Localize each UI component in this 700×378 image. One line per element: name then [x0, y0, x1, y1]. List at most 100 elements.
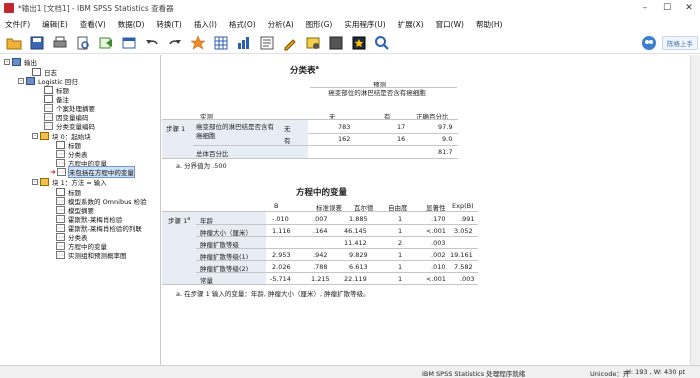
- goto-data-icon[interactable]: [189, 34, 207, 52]
- table-icon: [56, 197, 65, 205]
- value-sig: .010: [431, 263, 446, 271]
- divider: [196, 248, 478, 249]
- output-content[interactable]: 分类表a 预测 癌变部位的淋巴结是否含有癌细胞 实测 无 有 正确百分比 步骤 …: [162, 55, 690, 365]
- cell-yes-yes: 16: [397, 135, 406, 143]
- value-se: .942: [313, 251, 328, 259]
- menu-view[interactable]: 查看(V): [80, 19, 106, 30]
- col-b: B: [274, 202, 279, 210]
- menu-format[interactable]: 格式(O): [229, 19, 256, 30]
- menu-analyze[interactable]: 分析(A): [268, 19, 294, 30]
- value-wald: 1.885: [349, 215, 368, 223]
- menu-window[interactable]: 窗口(W): [436, 19, 464, 30]
- step-label: 步骤 1a: [168, 215, 191, 225]
- value-expb: 19.161: [450, 251, 473, 259]
- menu-data[interactable]: 数据(D): [118, 19, 145, 30]
- block-icon: [40, 132, 49, 140]
- table-icon: [44, 104, 53, 112]
- value-sig: .002: [431, 251, 446, 259]
- save-icon[interactable]: [28, 34, 46, 52]
- divider: [162, 158, 458, 159]
- divider: [310, 87, 457, 88]
- goto-case-icon[interactable]: [212, 34, 230, 52]
- recall-dialog-icon[interactable]: [120, 34, 138, 52]
- menu-transform[interactable]: 转换(T): [156, 19, 181, 30]
- tree-node[interactable]: 实测组和预测概率图: [56, 250, 127, 260]
- cloud-icon[interactable]: [640, 34, 658, 52]
- row-no-label: 无: [284, 125, 291, 133]
- window-title: *输出1 [文档1] - IBM SPSS Statistics 查看器: [18, 3, 174, 13]
- book-icon: [26, 77, 35, 85]
- table-icon: [56, 206, 65, 214]
- cell-yes-no: 162: [338, 135, 351, 143]
- menu-extensions[interactable]: 扩展(X): [398, 19, 424, 30]
- value-wald: 6.613: [349, 263, 368, 271]
- goto-variable-icon[interactable]: [235, 34, 253, 52]
- minimize-button[interactable]: –: [634, 0, 656, 16]
- value-b: 2.026: [272, 263, 291, 271]
- toolbar: 陈格上手: [0, 32, 700, 54]
- block-icon: [40, 178, 49, 186]
- open-folder-icon[interactable]: [5, 34, 23, 52]
- title-bar: *输出1 [文档1] - IBM SPSS Statistics 查看器 – ☐…: [0, 0, 700, 16]
- vertical-scrollbar[interactable]: [690, 55, 700, 365]
- value-se: .788: [313, 263, 328, 271]
- close-button[interactable]: ✕: [678, 0, 700, 16]
- value-se: .164: [313, 227, 328, 235]
- menu-utilities[interactable]: 实用程序(U): [344, 19, 385, 30]
- divider: [308, 133, 458, 134]
- menu-insert[interactable]: 插入(I): [194, 19, 217, 30]
- tree-node[interactable]: 分类变量编码: [44, 121, 95, 131]
- print-icon[interactable]: [51, 34, 69, 52]
- collapse-toggle-icon[interactable]: -: [32, 133, 38, 139]
- assistant-chip[interactable]: 陈格上手: [662, 36, 698, 50]
- cell-no-yes: 17: [397, 123, 406, 131]
- divider: [196, 224, 478, 225]
- insert-title-icon[interactable]: [281, 34, 299, 52]
- value-df: 1: [398, 263, 403, 271]
- redo-icon[interactable]: [166, 34, 184, 52]
- menu-graphs[interactable]: 图形(G): [306, 19, 333, 30]
- search-icon[interactable]: [373, 34, 391, 52]
- undo-icon[interactable]: [143, 34, 161, 52]
- table-icon: [56, 242, 65, 250]
- step-label: 步骤 1: [166, 125, 186, 133]
- menu-edit[interactable]: 编辑(E): [42, 19, 68, 30]
- collapse-toggle-icon[interactable]: -: [4, 59, 10, 65]
- value-expb: 7.582: [454, 263, 473, 271]
- divider: [196, 236, 478, 237]
- size-status: H: 193 , W: 430 pt: [626, 368, 686, 376]
- menu-help[interactable]: 帮助(H): [476, 19, 503, 30]
- collapse-toggle-icon[interactable]: -: [18, 78, 24, 84]
- value-b: -.010: [272, 215, 289, 223]
- export-icon[interactable]: [97, 34, 115, 52]
- spss-app-icon: [4, 3, 14, 13]
- classification-table-title: 分类表a: [290, 65, 319, 76]
- menu-bar: 文件(F) 编辑(E) 查看(V) 数据(D) 转换(T) 插入(I) 格式(O…: [0, 16, 700, 32]
- tree-node-selected[interactable]: ➜ 未包括在方程中的变量: [50, 166, 135, 178]
- row-variable: 癌变部位的淋巴结是否含有癌细胞: [196, 123, 274, 140]
- table-icon: [56, 215, 65, 223]
- collapse-toggle-icon[interactable]: -: [32, 179, 38, 185]
- outline-tree: - 输出 日志 - Logistic 回归 标题 备注 个案处理摘要 因变量编码…: [0, 55, 161, 365]
- cell-no-no: 783: [338, 123, 351, 131]
- value-sig: .170: [431, 215, 446, 223]
- menu-file[interactable]: 文件(F): [5, 19, 30, 30]
- insert-text-icon[interactable]: [304, 34, 322, 52]
- value-wald: 22.119: [344, 275, 367, 283]
- cell-yes-pct: 9.0: [442, 135, 453, 143]
- hide-icon[interactable]: [327, 34, 345, 52]
- cell-no-pct: 97.9: [438, 123, 453, 131]
- print-preview-icon[interactable]: [74, 34, 92, 52]
- toolbar-right: 陈格上手: [635, 35, 698, 51]
- variables-table-title: 方程中的变量: [296, 188, 348, 198]
- designate-window-icon[interactable]: [350, 34, 368, 52]
- value-expb: 3.052: [454, 227, 473, 235]
- tree-node[interactable]: - 输出: [4, 57, 37, 67]
- variables-footnote: a. 在步骤 1 输入的变量：年龄, 肿瘤大小（厘米）, 肿瘤扩散等级。: [176, 290, 370, 298]
- maximize-button[interactable]: ☐: [656, 0, 678, 16]
- value-df: 2: [398, 239, 403, 247]
- insert-heading-icon[interactable]: [258, 34, 276, 52]
- row-yes-label: 有: [284, 137, 291, 145]
- classification-footnote: a. 分界值为 .500: [176, 162, 227, 170]
- tree-node[interactable]: - 块 1：方法 = 输入: [32, 177, 107, 187]
